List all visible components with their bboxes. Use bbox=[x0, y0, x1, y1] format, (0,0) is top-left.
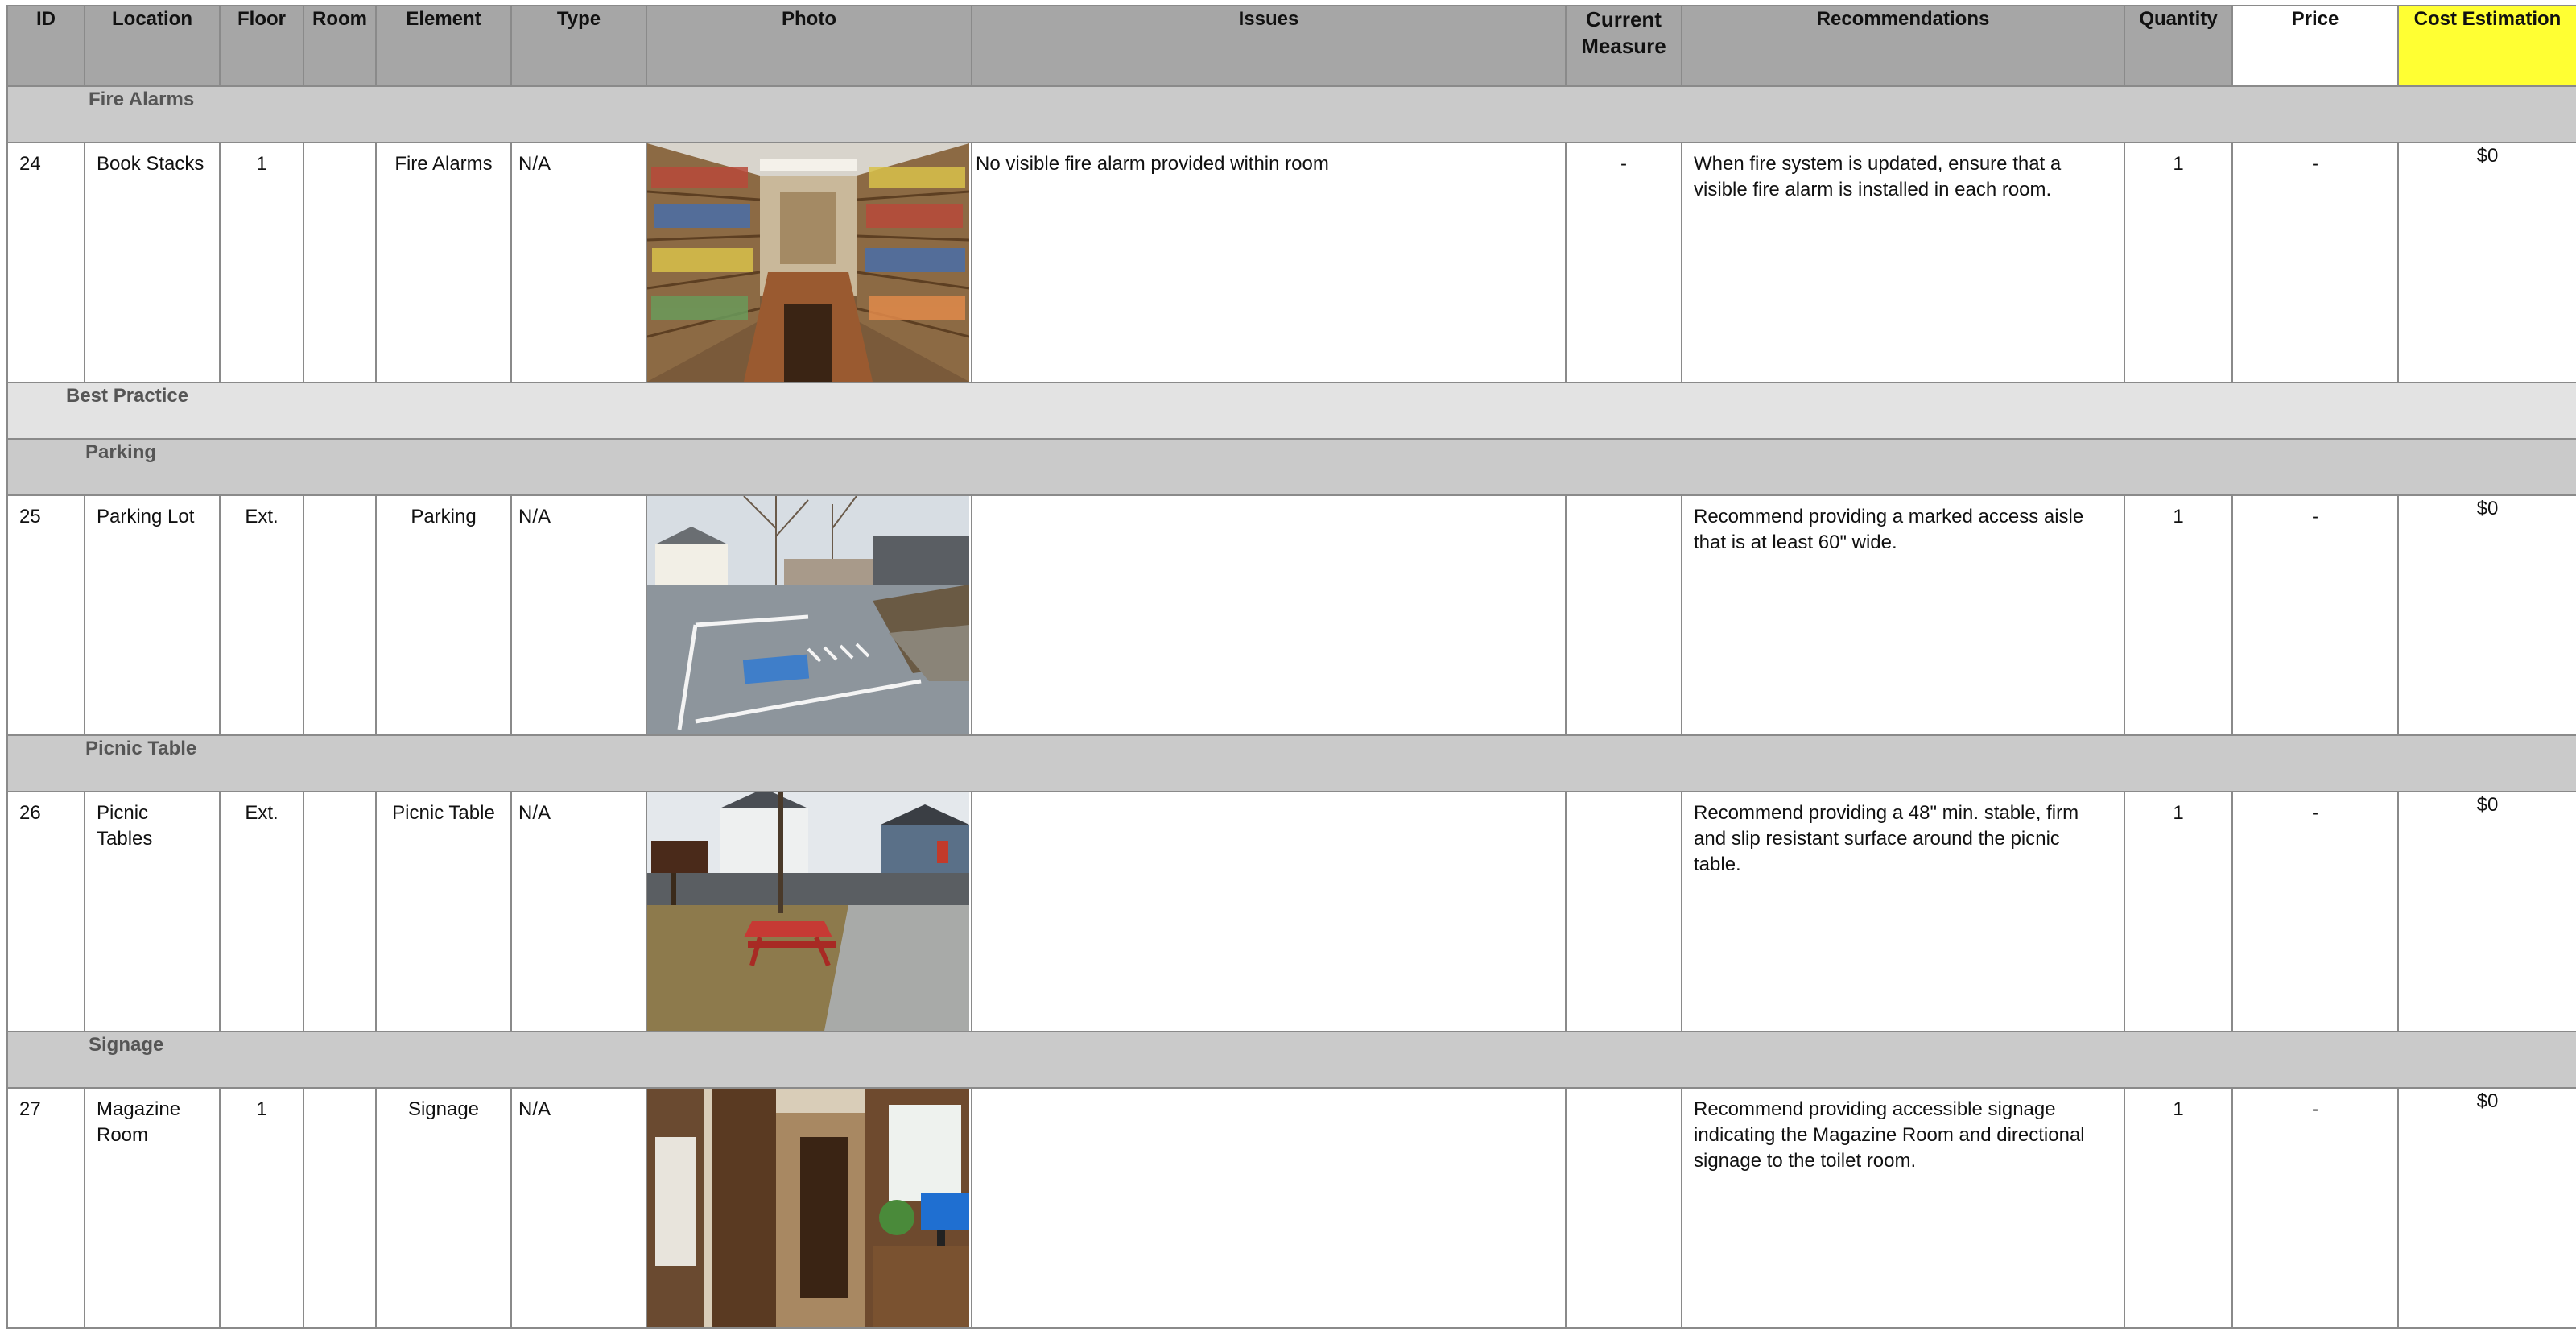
cell-price: - bbox=[2312, 802, 2318, 824]
cell-current-measure bbox=[1567, 497, 1680, 512]
cell-issues bbox=[973, 497, 1564, 512]
cell-quantity: 1 bbox=[2173, 1098, 2184, 1120]
cell-price: - bbox=[2312, 153, 2318, 175]
magazine-room-photo bbox=[648, 1090, 969, 1326]
cell-recommendations: Recommend providing a 48" min. stable, f… bbox=[1694, 802, 2079, 875]
col-header-id[interactable]: ID bbox=[6, 5, 85, 87]
cell-issues: No visible fire alarm provided within ro… bbox=[976, 153, 1329, 175]
section-label: Fire Alarms bbox=[89, 89, 195, 110]
col-header-cost-estimation[interactable]: Cost Estimation bbox=[2397, 5, 2576, 87]
table-row[interactable]: 25 Parking Lot Ext. Parking N/A Recommen… bbox=[6, 494, 2576, 736]
col-header-floor[interactable]: Floor bbox=[219, 5, 304, 87]
col-header-room[interactable]: Room bbox=[303, 5, 377, 87]
cell-cost: $0 bbox=[2476, 1090, 2499, 1112]
cell-type: N/A bbox=[518, 506, 551, 527]
cell-element: Parking bbox=[411, 506, 477, 527]
cell-type: N/A bbox=[518, 802, 551, 824]
cell-room bbox=[305, 497, 374, 512]
cell-issues bbox=[973, 1090, 1564, 1105]
section-row-fire-alarms: Fire Alarms bbox=[6, 85, 2576, 143]
cell-photo bbox=[646, 1087, 972, 1329]
assessment-table: ID Location Floor Room Element Type Phot… bbox=[6, 5, 2576, 1329]
cell-location: Parking Lot bbox=[97, 506, 195, 527]
cell-location: Book Stacks bbox=[97, 153, 204, 175]
col-header-type[interactable]: Type bbox=[510, 5, 647, 87]
cell-id: 26 bbox=[19, 802, 41, 824]
cell-location: Picnic Tables bbox=[97, 802, 153, 850]
col-header-element[interactable]: Element bbox=[375, 5, 512, 87]
header-row: ID Location Floor Room Element Type Phot… bbox=[6, 5, 2576, 87]
section-row-signage: Signage bbox=[6, 1031, 2576, 1089]
section-label: Signage bbox=[89, 1034, 164, 1056]
section-row-parking: Parking bbox=[6, 438, 2576, 496]
col-header-location[interactable]: Location bbox=[84, 5, 221, 87]
cell-location: Magazine Room bbox=[97, 1098, 181, 1146]
cell-current-measure bbox=[1567, 1090, 1680, 1105]
cell-quantity: 1 bbox=[2173, 153, 2184, 175]
cell-price: - bbox=[2312, 1098, 2318, 1120]
col-header-current-measure[interactable]: Current Measure bbox=[1565, 5, 1682, 87]
cell-quantity: 1 bbox=[2173, 506, 2184, 527]
section-label: Parking bbox=[85, 441, 157, 463]
cell-element: Signage bbox=[407, 1098, 480, 1120]
section-row-best-practice: Best Practice bbox=[6, 382, 2576, 440]
cell-current-measure: - bbox=[1620, 153, 1627, 175]
cell-floor: Ext. bbox=[245, 506, 279, 527]
cell-recommendations: When fire system is updated, ensure that… bbox=[1694, 153, 2062, 201]
library-book-stacks-photo bbox=[648, 144, 969, 381]
cell-cost: $0 bbox=[2476, 498, 2499, 519]
col-header-recommendations[interactable]: Recommendations bbox=[1681, 5, 2125, 87]
col-header-quantity[interactable]: Quantity bbox=[2124, 5, 2233, 87]
cell-photo bbox=[646, 142, 972, 383]
cell-room bbox=[305, 1090, 374, 1105]
cell-current-measure bbox=[1567, 793, 1680, 808]
picnic-table-photo bbox=[648, 793, 969, 1030]
cell-cost: $0 bbox=[2476, 145, 2499, 167]
cell-element: Picnic Table bbox=[392, 802, 495, 824]
cell-element: Fire Alarms bbox=[394, 153, 493, 175]
cell-quantity: 1 bbox=[2173, 802, 2184, 824]
table-row[interactable]: 24 Book Stacks 1 Fire Alarms N/A No visi… bbox=[6, 142, 2576, 383]
cell-recommendations: Recommend providing a marked access aisl… bbox=[1694, 506, 2084, 553]
cell-room bbox=[305, 144, 374, 159]
cell-issues bbox=[973, 793, 1564, 808]
section-label: Picnic Table bbox=[85, 738, 197, 759]
section-row-picnic-table: Picnic Table bbox=[6, 734, 2576, 792]
cell-photo bbox=[646, 494, 972, 736]
cell-floor: Ext. bbox=[245, 802, 279, 824]
cell-room bbox=[305, 793, 374, 808]
cell-id: 24 bbox=[19, 153, 41, 175]
col-header-photo[interactable]: Photo bbox=[646, 5, 972, 87]
cell-price: - bbox=[2312, 506, 2318, 527]
section-label: Best Practice bbox=[66, 385, 189, 407]
cell-floor: 1 bbox=[256, 153, 267, 175]
cell-floor: 1 bbox=[256, 1098, 267, 1120]
cell-recommendations: Recommend providing accessible signage i… bbox=[1694, 1098, 2085, 1172]
cell-id: 27 bbox=[19, 1098, 41, 1120]
table-row[interactable]: 26 Picnic Tables Ext. Picnic Table N/A R… bbox=[6, 791, 2576, 1032]
col-header-price[interactable]: Price bbox=[2231, 5, 2399, 87]
cell-type: N/A bbox=[518, 153, 551, 175]
parking-lot-photo bbox=[648, 497, 969, 734]
col-header-issues[interactable]: Issues bbox=[971, 5, 1567, 87]
cell-id: 25 bbox=[19, 506, 41, 527]
cell-cost: $0 bbox=[2476, 794, 2499, 816]
table-row[interactable]: 27 Magazine Room 1 Signage N/A Recommend… bbox=[6, 1087, 2576, 1329]
cell-photo bbox=[646, 791, 972, 1032]
cell-type: N/A bbox=[518, 1098, 551, 1120]
